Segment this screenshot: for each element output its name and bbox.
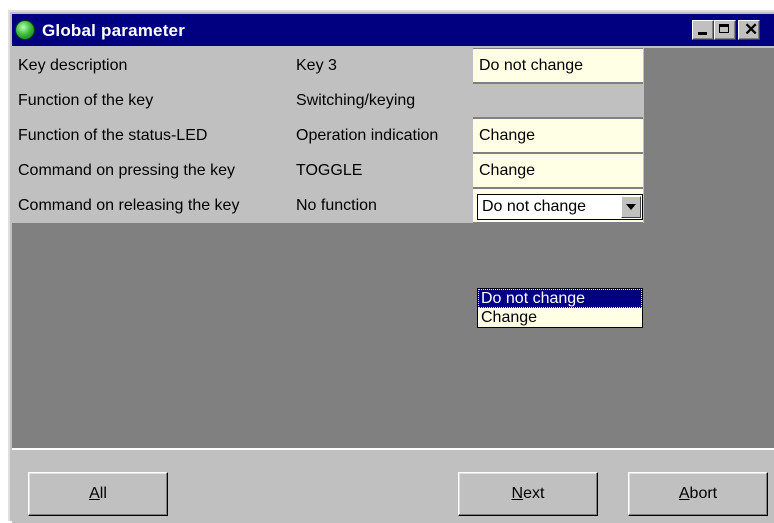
cell-gap: [643, 153, 644, 188]
window-title: Global parameter: [42, 21, 186, 40]
all-button[interactable]: All: [28, 472, 168, 516]
row-value: Key 3: [290, 48, 472, 83]
parameter-grid: Key description Key 3 Do not change Func…: [12, 48, 774, 448]
row-label: Command on releasing the key: [12, 188, 290, 223]
app-icon: [16, 21, 34, 39]
combobox-value: Do not change: [482, 198, 587, 215]
chevron-down-icon[interactable]: [621, 196, 641, 218]
cell-gap: [643, 188, 644, 223]
row-value: No function: [290, 188, 472, 223]
row-option-cell: [473, 84, 643, 117]
dropdown-option[interactable]: Change: [478, 308, 642, 327]
cell-gap: [643, 118, 644, 153]
row-label: Key description: [12, 48, 290, 83]
row-option-cell[interactable]: Change: [473, 154, 643, 187]
next-button[interactable]: Next: [458, 472, 598, 516]
row-value: TOGGLE: [290, 153, 472, 188]
minimize-icon[interactable]: [692, 20, 714, 40]
row-label: Function of the status-LED: [12, 118, 290, 153]
close-icon[interactable]: ✕: [738, 20, 760, 40]
row-option-cell[interactable]: Change: [473, 119, 643, 152]
row-label: Function of the key: [12, 83, 290, 118]
row-value: Operation indication: [290, 118, 472, 153]
global-parameter-window: Global parameter ✕ Key description Key 3…: [8, 10, 774, 523]
button-bar: All Next Abort: [12, 448, 774, 523]
abort-button[interactable]: Abort: [628, 472, 768, 516]
cell-gap: [643, 83, 644, 118]
row-label: Command on pressing the key: [12, 153, 290, 188]
cell-gap: [643, 48, 644, 83]
row-option-cell[interactable]: Do not change: [473, 49, 643, 82]
option-dropdown-list: Do not change Change: [477, 288, 643, 328]
row-value: Switching/keying: [290, 83, 472, 118]
maximize-icon[interactable]: [714, 20, 736, 40]
option-combobox[interactable]: Do not change: [477, 194, 643, 220]
title-bar[interactable]: Global parameter ✕: [12, 14, 774, 46]
dropdown-option[interactable]: Do not change: [478, 289, 642, 308]
